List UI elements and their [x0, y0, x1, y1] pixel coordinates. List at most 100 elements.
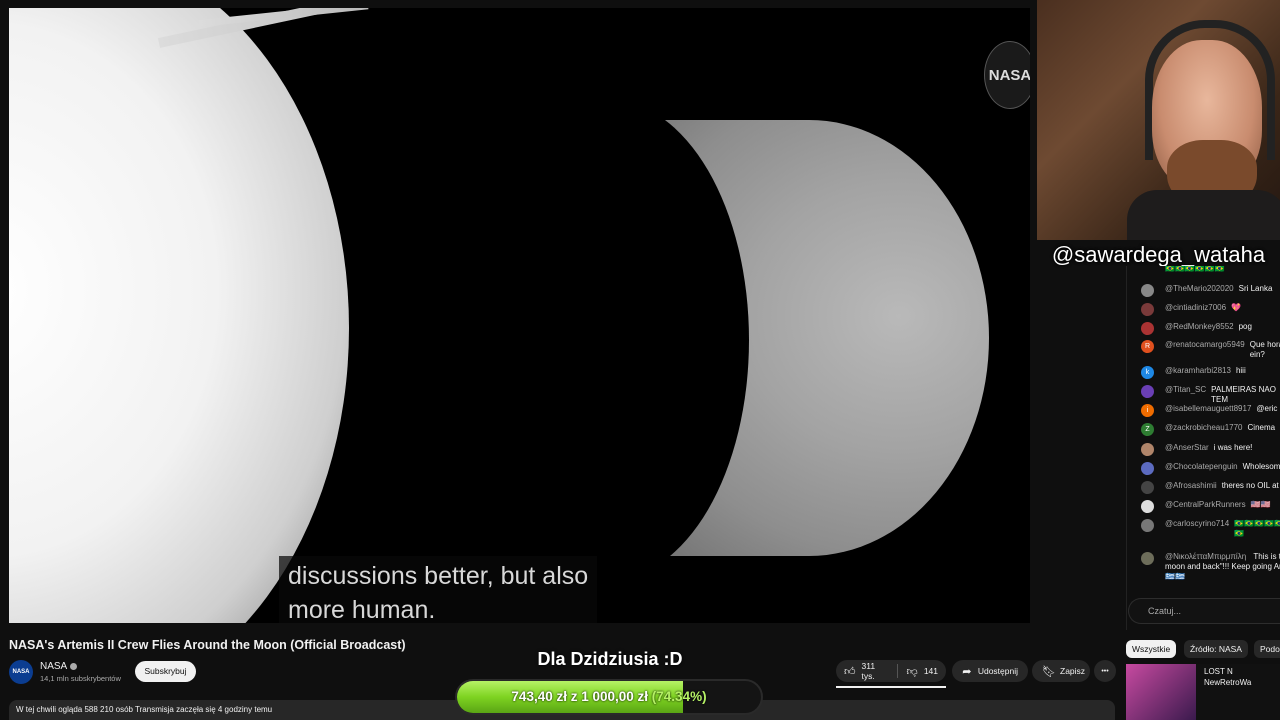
chat-message-text: 🇧🇷🇧🇷🇧🇷🇧🇷🇧🇷🇧🇷 [1165, 266, 1225, 273]
chat-message: @Titan_SC PALMEIRAS NAO TEM [1141, 385, 1280, 405]
avatar [1141, 284, 1154, 297]
app-root: NASA discussions better, but also more h… [0, 0, 1280, 720]
chat-author[interactable]: @Titan_SC [1165, 385, 1206, 395]
avatar [1141, 552, 1154, 565]
like-dislike-group: 👍︎ 311 tys. 👎︎ 141 [836, 660, 946, 682]
avatar [1141, 322, 1154, 335]
video-title: NASA's Artemis II Crew Flies Around the … [9, 638, 406, 652]
chat-message-text: 🇧🇷🇧🇷🇧🇷🇧🇷🇧🇷🇧🇷 [1234, 519, 1280, 538]
chat-message: @Chocolatepenguin Wholesome [1141, 462, 1280, 475]
subscriber-count: 14,1 mln subskrybentów [40, 674, 121, 683]
avatar [1141, 443, 1154, 456]
video-subtitles: discussions better, but also more human. [279, 556, 598, 623]
donation-goal-bar: 743,40 zł z 1 000,00 zł (74.34%) [455, 679, 763, 715]
chat-message: @cintiadiniz7006 💖 [1141, 303, 1280, 316]
chat-message: @ΝικολέτταΜπιρμπίλη This is t moon and b… [1141, 552, 1280, 582]
thumbs-up-icon[interactable]: 👍︎ [844, 665, 856, 678]
chat-message-text: hiii [1235, 366, 1246, 375]
chat-message: @AnserStar i was here! [1141, 443, 1280, 456]
donation-goal-title: Dla Dzidziusia :D [537, 649, 683, 669]
chat-message: i @isabellemauguett8917 @eric [1141, 404, 1280, 417]
chat-author[interactable]: @renatocamargo5949 [1165, 340, 1245, 350]
avatar [1141, 385, 1154, 398]
chat-author[interactable]: @isabellemauguett8917 [1165, 404, 1251, 414]
like-count[interactable]: 311 tys. [862, 661, 890, 681]
avatar [1141, 462, 1154, 475]
chat-message-text: Wholesome [1242, 462, 1280, 471]
divider [897, 664, 899, 678]
chat-input[interactable]: Czatuj... [1128, 598, 1280, 624]
donation-percent: (74.34%) [651, 689, 707, 704]
chat-author[interactable]: @RedMonkey8552 [1165, 322, 1234, 332]
like-underline [836, 686, 946, 688]
chat-message: Z @zackrobicheau1770 Cinema [1141, 423, 1280, 436]
chat-message-body: @ΝικολέτταΜπιρμπίλη This is t moon and b… [1165, 552, 1280, 582]
dislike-count[interactable]: 141 [924, 666, 938, 676]
chat-author[interactable]: @AnserStar [1165, 443, 1209, 453]
chat-author[interactable]: @cintiadiniz7006 [1165, 303, 1226, 313]
chat-message-text: PALMEIRAS NAO TEM [1211, 385, 1276, 404]
description-text: W tej chwili ogląda 588 210 osób Transmi… [16, 705, 273, 714]
donation-goal-text: 743,40 zł z 1 000,00 zł (74.34%) [457, 681, 761, 713]
chat-message-text: pog [1238, 322, 1252, 331]
share-icon: ➦ [962, 665, 972, 678]
avatar [1141, 519, 1154, 532]
recommended-channel[interactable]: NewRetroWa [1204, 678, 1251, 687]
avatar [1141, 481, 1154, 494]
subtitle-line: more human. [288, 596, 436, 623]
chat-message-text: Que hora ein? [1249, 340, 1280, 359]
avatar: i [1141, 404, 1154, 417]
video-player[interactable]: NASA discussions better, but also more h… [9, 8, 1030, 623]
chat-message-text: i was here! [1213, 443, 1253, 452]
moon-shadow [629, 120, 749, 556]
chat-author[interactable]: @TheMario202020 [1165, 284, 1234, 294]
recommended-video[interactable]: LOST N NewRetroWa [1126, 664, 1280, 720]
chat-message-text: 💖 [1231, 303, 1242, 312]
save-button[interactable]: 🔖︎ Zapisz [1032, 660, 1090, 682]
chat-author[interactable]: @zackrobicheau1770 [1165, 423, 1243, 433]
chat-message: R @renatocamargo5949 Que hora ein? [1141, 340, 1280, 360]
chip-related[interactable]: Podo [1254, 640, 1280, 658]
save-label: Zapisz [1060, 666, 1086, 676]
channel-name[interactable]: NASA [40, 661, 78, 672]
bookmark-icon: 🔖︎ [1042, 665, 1056, 678]
moon-image [629, 120, 989, 556]
chat-author[interactable]: @Afrosashimii [1165, 481, 1217, 491]
chat-message-text: Sri Lanka [1238, 284, 1273, 293]
channel-avatar[interactable]: NASA [9, 660, 33, 684]
chat-emoji-line: 🇧🇷🇧🇷🇧🇷🇧🇷🇧🇷🇧🇷 [1141, 266, 1280, 274]
avatar [1141, 500, 1154, 513]
avatar: Z [1141, 423, 1154, 436]
subtitle-line: discussions better, but also [288, 562, 589, 590]
webcam-overlay [1037, 0, 1280, 240]
chat-author[interactable]: @Chocolatepenguin [1165, 462, 1238, 472]
thumbs-down-icon[interactable]: 👎︎ [906, 665, 917, 678]
subscribe-button[interactable]: Subskrybuj [135, 661, 196, 682]
recommended-thumbnail[interactable] [1126, 664, 1196, 720]
streamer-shirt [1127, 190, 1280, 240]
avatar: R [1141, 340, 1154, 353]
donation-amount: 743,40 zł z 1 000,00 zł [511, 689, 649, 704]
chat-message-text: Cinema [1247, 423, 1276, 432]
chat-message: @Afrosashimii theres no OIL at m [1141, 481, 1280, 494]
chat-author[interactable]: @carloscyrino714 [1165, 519, 1229, 529]
chat-message: @CentralParkRunners 🇺🇸🇺🇸 [1141, 500, 1280, 513]
chat-message: @carloscyrino714 🇧🇷🇧🇷🇧🇷🇧🇷🇧🇷🇧🇷 [1141, 519, 1280, 539]
chat-message: @RedMonkey8552 pog [1141, 322, 1280, 335]
chat-message: k @karamharbi2813 hiii [1141, 366, 1280, 379]
more-actions-button[interactable]: ••• [1094, 660, 1116, 682]
chat-message-text: 🇺🇸🇺🇸 [1250, 500, 1271, 509]
chat-author[interactable]: @CentralParkRunners [1165, 500, 1246, 510]
channel-name-text[interactable]: NASA [40, 661, 67, 672]
chat-author[interactable]: @karamharbi2813 [1165, 366, 1231, 376]
chat-message-text: @eric [1256, 404, 1278, 413]
chip-all[interactable]: Wszystkie [1126, 640, 1177, 658]
share-button[interactable]: ➦ Udostępnij [952, 660, 1028, 682]
chat-author[interactable]: @ΝικολέτταΜπιρμπίλη [1165, 552, 1246, 561]
recommended-title[interactable]: LOST N [1204, 666, 1233, 677]
avatar: k [1141, 366, 1154, 379]
chip-source-nasa[interactable]: Źródło: NASA [1184, 640, 1248, 658]
verified-icon [70, 662, 78, 670]
chat-message: @TheMario202020 Sri Lanka [1141, 284, 1280, 297]
live-chat[interactable]: 🇧🇷🇧🇷🇧🇷🇧🇷🇧🇷🇧🇷 @TheMario202020 Sri Lanka @… [1126, 266, 1280, 630]
